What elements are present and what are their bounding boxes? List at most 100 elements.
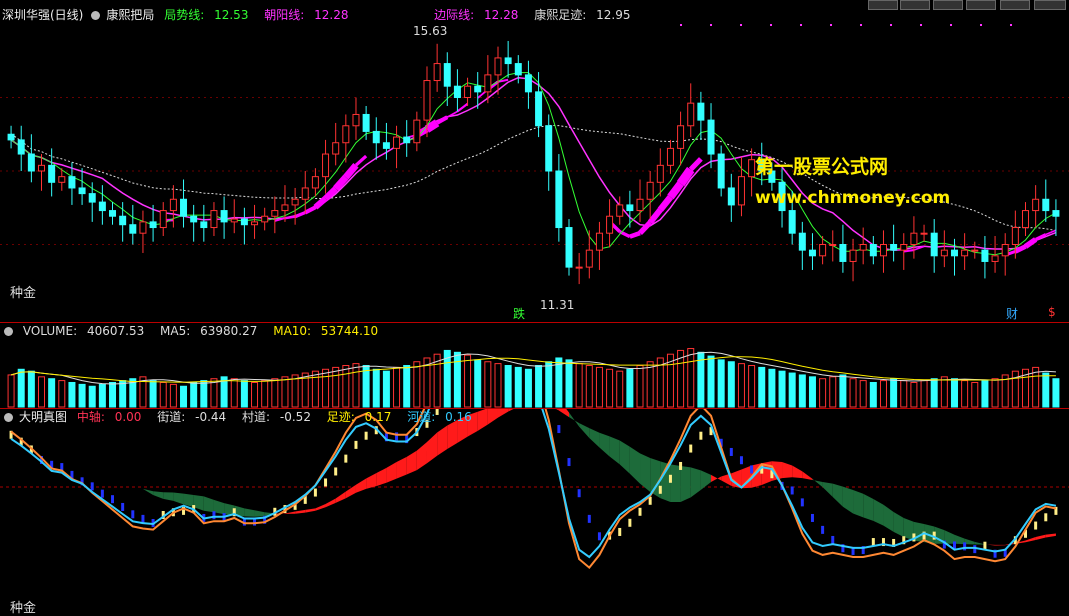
- candle-body: [1053, 211, 1059, 217]
- volume-bar: [951, 379, 957, 407]
- legend-sunrise-line: 朝阳线: 12.28: [264, 8, 354, 22]
- trend-line: [11, 73, 1056, 255]
- river-line: [11, 409, 1056, 557]
- river-band: [863, 494, 873, 521]
- river-band: [173, 493, 183, 505]
- volume-bar: [312, 371, 318, 407]
- candle-body: [718, 154, 724, 188]
- legend-footprint: 足迹: 0.17: [327, 410, 398, 424]
- volume-bar: [992, 379, 998, 407]
- sunrise-band: [457, 104, 467, 112]
- river-band: [630, 447, 640, 484]
- candle-body: [241, 219, 247, 225]
- oscillator-pane[interactable]: 大明真图 中轴: 0.00 街道: -0.44 村道: -0.52 足迹: 0.…: [0, 409, 1069, 614]
- volume-bar: [546, 362, 552, 407]
- sunrise-band: [640, 222, 650, 233]
- candle-body: [607, 216, 613, 233]
- volume-bar: [688, 349, 694, 407]
- legend-river: 河道: 0.16: [407, 410, 478, 424]
- settings-circle-icon[interactable]: [4, 327, 13, 336]
- settings-circle-icon[interactable]: [91, 11, 100, 20]
- volume-bar: [241, 381, 247, 407]
- river-band: [295, 510, 305, 514]
- candle-body: [201, 222, 207, 228]
- river-band: [904, 518, 914, 541]
- price-pane[interactable]: 深圳华强(日线)康熙把局 局势线: 12.53 朝阳线: 12.28 边际线: …: [0, 0, 1069, 322]
- volume-bar: [79, 384, 85, 407]
- river-band: [244, 508, 254, 516]
- volume-bar: [1053, 379, 1059, 407]
- river-band: [965, 539, 975, 545]
- river-band: [407, 451, 417, 475]
- candle-body: [972, 250, 978, 251]
- river-band: [163, 492, 173, 501]
- volume-bar: [231, 379, 237, 407]
- candle-body: [667, 148, 673, 165]
- candle-body: [28, 154, 34, 171]
- river-band: [326, 499, 336, 508]
- river-band: [792, 466, 802, 479]
- sunrise-band: [315, 198, 325, 207]
- sunrise-band: [305, 207, 315, 212]
- volume-bar: [28, 371, 34, 407]
- volume-bar: [49, 379, 55, 407]
- legend-volume: VOLUME: 40607.53: [23, 324, 150, 338]
- volume-bar: [59, 381, 65, 407]
- candle-body: [373, 131, 379, 142]
- volume-bar: [383, 371, 389, 407]
- candle-body: [69, 177, 75, 188]
- candle-body: [221, 211, 227, 222]
- volume-bar: [394, 367, 400, 407]
- candle-body: [678, 126, 684, 149]
- candle-body: [454, 86, 460, 97]
- candle-body: [880, 245, 886, 256]
- volume-ma5-line: [11, 352, 1056, 384]
- volume-header: VOLUME: 40607.53 MA5: 63980.27 MA10: 537…: [2, 323, 390, 339]
- sunrise-band: [285, 217, 295, 218]
- river-band: [599, 433, 609, 457]
- volume-bar: [454, 352, 460, 407]
- candle-body: [536, 92, 542, 126]
- river-band: [305, 508, 315, 512]
- signal-dot: [770, 24, 772, 26]
- river-band: [184, 494, 194, 508]
- river-band: [823, 482, 833, 497]
- river-band: [914, 522, 924, 542]
- candle-body: [708, 120, 714, 154]
- volume-bar: [120, 381, 126, 407]
- legend-village: 村道: -0.52: [242, 410, 317, 424]
- signal-dot: [740, 24, 742, 26]
- volume-bar: [536, 366, 542, 407]
- river-band: [1025, 537, 1035, 542]
- river-band: [336, 491, 346, 502]
- volume-bar: [89, 386, 95, 407]
- sunrise-band: [630, 233, 640, 237]
- volume-bar: [18, 369, 24, 407]
- river-band: [681, 466, 691, 502]
- river-band: [386, 462, 396, 483]
- candle-body: [738, 177, 744, 205]
- river-band: [782, 462, 792, 478]
- candle-body: [49, 165, 55, 182]
- river-band: [853, 490, 863, 517]
- volume-bar: [972, 382, 978, 407]
- settings-circle-icon[interactable]: [4, 413, 13, 422]
- candle-body: [140, 222, 146, 233]
- candle-body: [18, 140, 24, 154]
- candle-body: [951, 250, 957, 256]
- river-band: [92, 473, 102, 476]
- sunrise-band: [437, 117, 447, 123]
- candle-body: [921, 233, 927, 234]
- volume-bar: [728, 362, 734, 407]
- volume-bar: [891, 379, 897, 407]
- volume-pane[interactable]: VOLUME: 40607.53 MA5: 63980.27 MA10: 537…: [0, 323, 1069, 408]
- candle-body: [992, 256, 998, 262]
- river-band: [427, 433, 437, 464]
- volume-bar: [962, 381, 968, 407]
- candle-body: [728, 188, 734, 205]
- river-band: [113, 480, 123, 483]
- candle-body: [292, 199, 298, 205]
- candle-body: [982, 250, 988, 261]
- candle-body: [485, 75, 491, 92]
- candle-body: [799, 233, 805, 250]
